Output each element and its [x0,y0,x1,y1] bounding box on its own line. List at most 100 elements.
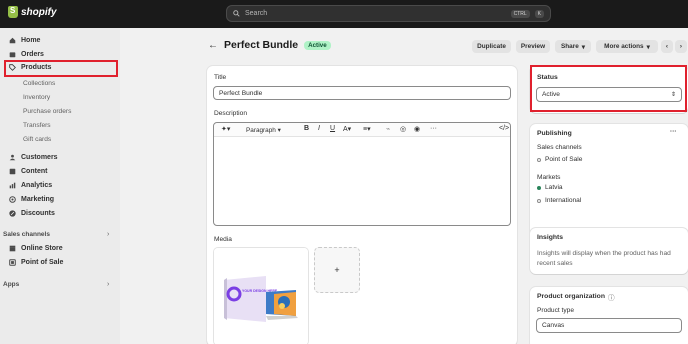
main-content: ← Perfect Bundle Active Duplicate Previe… [120,28,688,344]
channel-point-of-sale: Point of Sale [545,156,583,163]
product-organization-card: Product organization ⓘ Product type Canv… [530,287,688,344]
page-header: ← Perfect Bundle Active [208,39,331,51]
video-icon[interactable]: ◉ [414,125,420,133]
shopify-bag-icon [8,6,18,18]
duplicate-button[interactable]: Duplicate [472,40,511,53]
paragraph-label: Paragraph [246,127,276,134]
sidebar-item-label: Marketing [21,196,55,203]
orders-icon [9,52,16,58]
sidebar-item-content[interactable]: Content [9,166,47,177]
publishing-sales-channels-label: Sales channels [537,144,582,151]
market-international: International [545,197,582,204]
content-icon [9,168,16,175]
add-media-button[interactable]: + [314,247,360,293]
back-arrow-icon[interactable]: ← [208,40,218,51]
product-type-label: Product type [537,307,575,314]
sidebar-item-point-of-sale[interactable]: Point of Sale [9,257,63,268]
page-title: Perfect Bundle [224,39,299,51]
sales-channels-heading: Sales channels [3,231,50,238]
more-actions-button[interactable]: More actions ▾ [596,40,658,53]
italic-icon[interactable]: I [318,125,320,132]
shortcut-ctrl: CTRL [510,9,530,18]
title-value: Perfect Bundle [219,89,263,97]
chevron-down-icon: ▾ [646,43,650,51]
sidebar-item-label: Discounts [21,210,55,217]
chevron-right-icon[interactable]: › [107,281,109,288]
logo-text: shopify [21,6,57,18]
insights-title: Insights [537,234,564,241]
title-label: Title [214,74,227,81]
bold-icon[interactable]: B [304,125,309,132]
pos-icon [9,259,16,266]
sidebar-subitem-gift-cards[interactable]: Gift cards [23,136,51,143]
person-icon [9,154,16,161]
sidebar-item-label: Point of Sale [21,259,64,266]
info-icon[interactable]: ⓘ [608,292,615,302]
sidebar-subitem-collections[interactable]: Collections [23,80,55,87]
media-label: Media [214,236,232,243]
chevron-right-icon[interactable]: › [107,231,109,238]
link-icon[interactable]: ⌁ [386,125,390,133]
description-label: Description [214,110,247,117]
next-product-button[interactable]: › [675,40,687,53]
sidebar-subitem-inventory[interactable]: Inventory [23,94,50,101]
align-icon[interactable]: ≡▾ [363,125,371,133]
more-icon[interactable]: ··· [430,125,437,132]
description-editor[interactable]: ✦▾ Paragraph ▾ B I U A▾ ≡▾ ⌁ ◎ ◉ ··· </> [213,122,511,226]
sidebar-item-label: Orders [21,51,44,58]
sidebar-subitem-purchase-orders[interactable]: Purchase orders [23,108,71,115]
channel-status-icon [537,158,541,162]
chevron-down-icon: ▾ [581,43,585,51]
image-icon[interactable]: ◎ [400,125,406,133]
insights-text: Insights will display when the product h… [537,250,671,267]
product-type-input[interactable]: Canvas [536,318,682,333]
product-details-card: Title Perfect Bundle Description ✦▾ Para… [207,66,517,344]
highlight-products [4,60,118,77]
sidebar-item-label: Analytics [21,182,53,189]
insights-card: Insights Insights will display when the … [530,228,688,274]
paragraph-select[interactable]: Paragraph ▾ [246,126,281,134]
market-active-icon [537,186,541,190]
editor-toolbar: ✦▾ Paragraph ▾ B I U A▾ ≡▾ ⌁ ◎ ◉ ··· </> [214,123,510,137]
sidebar-subitem-transfers[interactable]: Transfers [23,122,51,129]
sidebar: Home Orders Products Collections Invento… [0,28,120,344]
product-image: YOUR DESIGN HERE [214,248,308,344]
text-color-icon[interactable]: A▾ [343,125,351,133]
store-icon [9,245,16,252]
preview-label: Preview [520,43,546,50]
media-thumbnail[interactable]: YOUR DESIGN HERE [213,247,309,344]
marketing-icon [9,196,16,203]
sidebar-item-orders[interactable]: Orders [9,49,44,60]
title-input[interactable]: Perfect Bundle [213,86,511,100]
code-icon[interactable]: </> [499,125,509,132]
sidebar-item-label: Customers [21,154,58,161]
sidebar-item-analytics[interactable]: Analytics [9,180,52,191]
underline-icon[interactable]: U [330,125,335,132]
sidebar-item-online-store[interactable]: Online Store [9,243,63,254]
sidebar-item-customers[interactable]: Customers [9,152,58,163]
analytics-icon [9,182,16,189]
publishing-title: Publishing [537,130,572,137]
highlight-status [530,65,687,112]
apps-heading: Apps [3,281,20,288]
preview-button[interactable]: Preview [516,40,550,53]
sidebar-item-marketing[interactable]: Marketing [9,194,54,205]
market-latvia: Latvia [545,184,563,191]
chevron-right-icon: › [679,43,683,50]
sidebar-item-label: Home [21,37,41,44]
markets-label: Markets [537,174,561,181]
sidebar-item-discounts[interactable]: Discounts [9,208,55,219]
search-bar[interactable]: Search CTRL K [226,5,551,22]
product-type-value: Canvas [542,322,565,329]
shopify-logo[interactable]: shopify [8,6,57,18]
ai-magic-icon[interactable]: ✦▾ [221,125,230,133]
duplicate-label: Duplicate [477,43,506,50]
publishing-card: Publishing ··· Sales channels Point of S… [530,124,688,244]
chevron-left-icon: ‹ [665,43,669,50]
prev-product-button[interactable]: ‹ [661,40,673,53]
search-placeholder: Search [245,10,268,17]
share-button[interactable]: Share ▾ [555,40,591,53]
publishing-more-icon[interactable]: ··· [670,128,677,135]
organization-title: Product organization [537,293,605,300]
sidebar-item-home[interactable]: Home [9,35,40,46]
